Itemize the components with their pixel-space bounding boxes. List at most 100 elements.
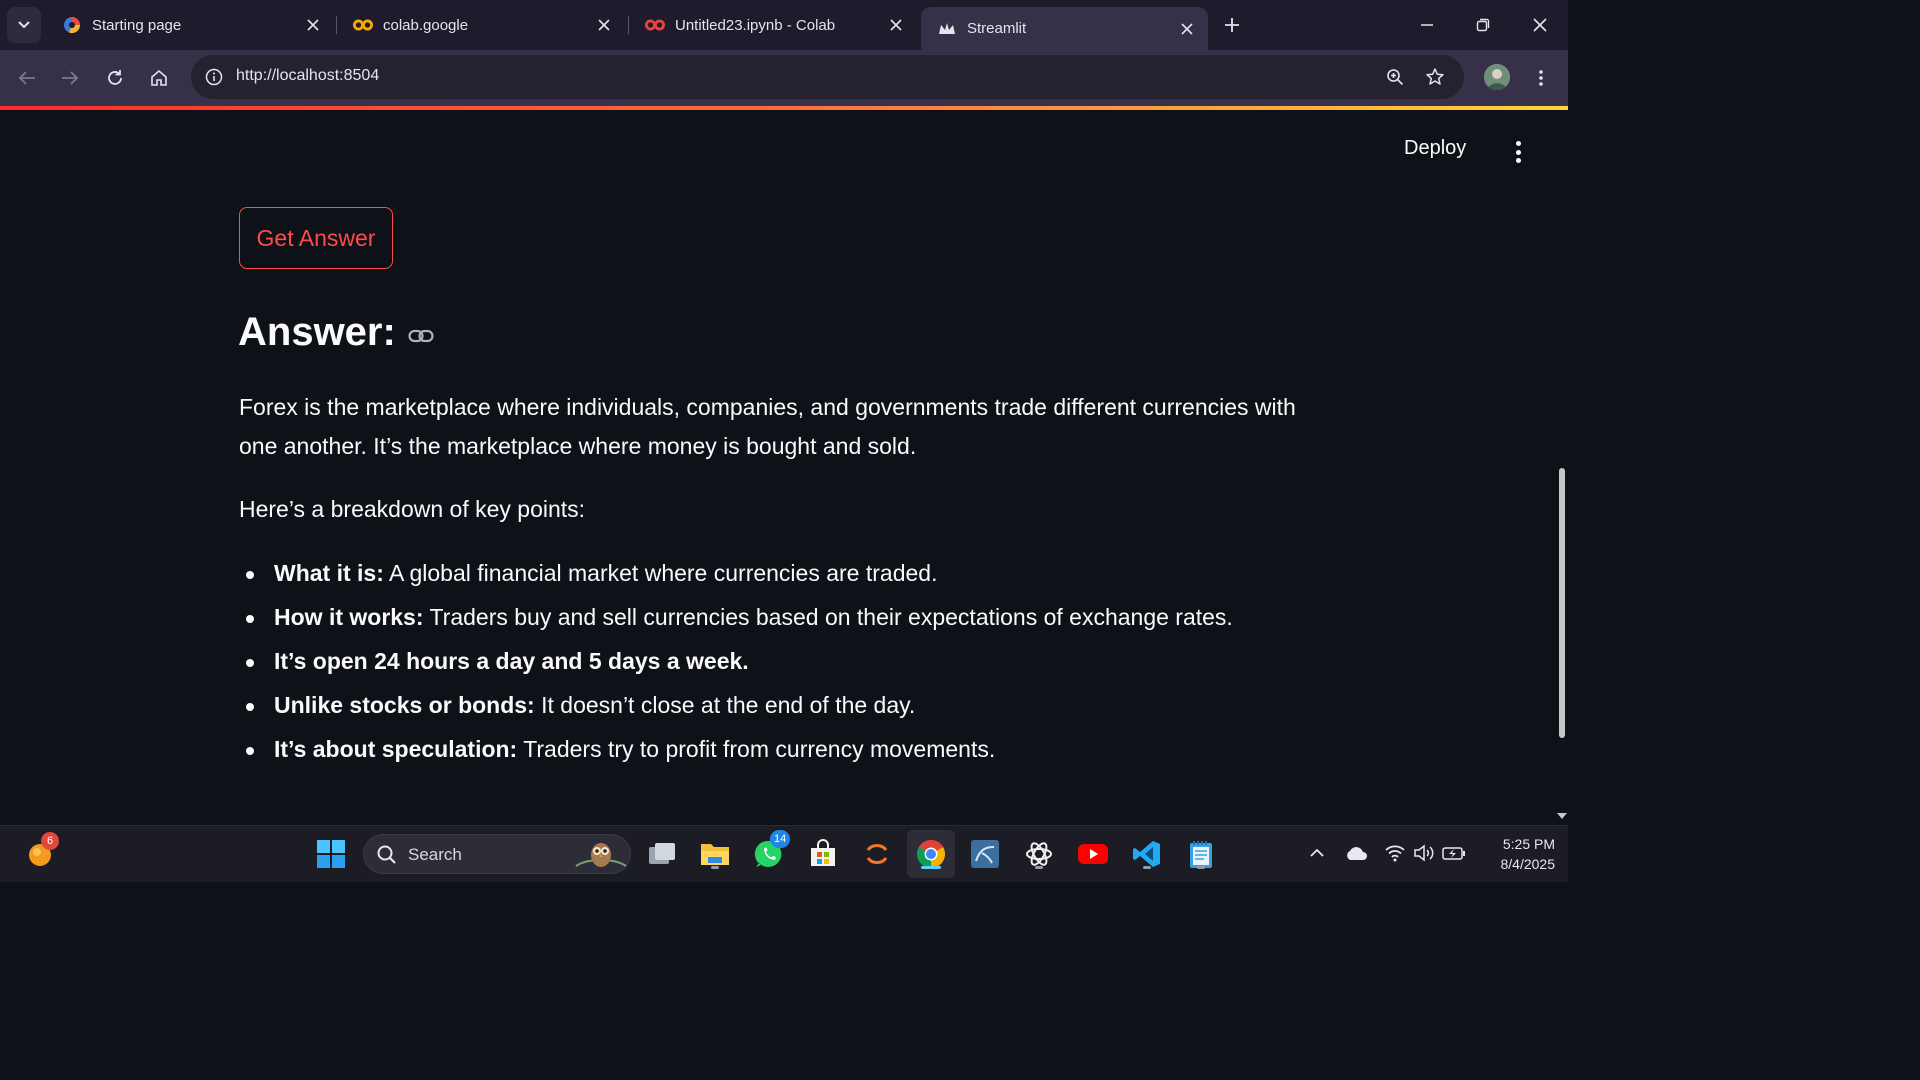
running-indicator <box>1143 866 1151 869</box>
colab-icon <box>353 15 373 35</box>
taskbar-search[interactable]: Search <box>363 834 631 874</box>
running-indicator <box>711 866 719 869</box>
microsoft-store-button[interactable] <box>805 836 841 872</box>
list-item-text: It doesn’t close at the end of the day. <box>534 692 916 718</box>
search-icon <box>377 845 396 864</box>
close-icon[interactable] <box>595 16 613 34</box>
answer-paragraph: Forex is the marketplace where individua… <box>239 394 1296 459</box>
tab-title: Streamlit <box>967 20 1027 37</box>
list-item-label: It’s about speculation: <box>274 736 518 762</box>
running-indicator <box>1197 866 1205 869</box>
youtube-button[interactable] <box>1075 836 1111 872</box>
scrollbar-thumb[interactable] <box>1559 468 1565 738</box>
main-menu-button[interactable] <box>1508 138 1528 166</box>
cloud-icon <box>1347 847 1367 860</box>
search-label: Search <box>408 845 462 864</box>
chevron-down-icon <box>18 21 30 29</box>
page-scrollbar[interactable] <box>1556 110 1568 825</box>
zoom-icon[interactable] <box>1381 63 1409 91</box>
notification-app-button[interactable]: 6 <box>22 832 59 872</box>
more-vertical-icon <box>1515 141 1521 146</box>
site-info-icon[interactable] <box>199 62 229 92</box>
vscode-button[interactable] <box>1129 836 1165 872</box>
clock-date: 8/4/2025 <box>1500 856 1556 872</box>
link-icon[interactable] <box>408 326 434 346</box>
list-item-label: How it works: <box>274 604 424 630</box>
system-clock[interactable]: 5:25 PM 8/4/2025 <box>1475 834 1556 874</box>
minimize-icon <box>1421 24 1433 26</box>
folder-icon <box>701 844 729 865</box>
answer-heading-text: Answer: <box>238 310 396 354</box>
chevron-up-icon <box>1310 848 1324 857</box>
show-hidden-icons-button[interactable] <box>1304 840 1330 866</box>
task-view-button[interactable] <box>644 836 680 872</box>
tab-search-button[interactable] <box>7 7 41 43</box>
windows-icon <box>317 840 345 868</box>
minimize-button[interactable] <box>1412 10 1442 40</box>
bookmark-star-icon[interactable] <box>1421 63 1449 91</box>
jupyter-button[interactable] <box>859 836 895 872</box>
list-item-text: Traders try to profit from currency move… <box>517 736 996 762</box>
new-tab-button[interactable] <box>1218 11 1246 39</box>
streamlit-icon <box>937 19 957 39</box>
list-item-text: Traders buy and sell currencies based on… <box>423 604 1233 630</box>
reload-icon <box>108 70 122 85</box>
list-item: Unlike stocks or bonds: It doesn’t close… <box>239 686 1233 730</box>
breakdown-intro: Here’s a breakdown of key points: <box>239 496 586 522</box>
close-icon[interactable] <box>1178 20 1196 38</box>
scroll-down-arrow-icon[interactable] <box>1557 813 1567 819</box>
list-item: It’s open 24 hours a day and 5 days a we… <box>239 642 1233 686</box>
get-answer-button[interactable]: Get Answer <box>239 207 393 269</box>
tab-title: colab.google <box>383 16 469 34</box>
back-button[interactable] <box>12 63 42 93</box>
mysql-workbench-button[interactable] <box>967 836 1003 872</box>
tab-colab-google[interactable]: colab.google <box>337 7 625 43</box>
reload-button[interactable] <box>100 63 130 93</box>
wifi-icon <box>1385 845 1405 862</box>
running-indicator <box>1035 866 1043 869</box>
list-item: What it is: A global financial market wh… <box>239 554 1233 598</box>
whatsapp-button[interactable]: 14 <box>751 830 791 872</box>
wifi-button[interactable] <box>1382 840 1408 866</box>
vscode-icon <box>1133 841 1160 867</box>
chatgpt-button[interactable] <box>1021 836 1057 872</box>
startpage-icon <box>62 15 82 35</box>
url-text[interactable]: http://localhost:8504 <box>236 67 379 85</box>
browser-tab-strip: Starting page colab.google Untitled23.ip… <box>0 0 1568 50</box>
file-explorer-button[interactable] <box>697 836 733 872</box>
forward-button[interactable] <box>55 63 85 93</box>
list-item-label: Unlike stocks or bonds: <box>274 692 535 718</box>
chatgpt-icon <box>1026 842 1052 866</box>
restore-icon <box>1476 18 1490 32</box>
notification-badge: 6 <box>41 832 59 850</box>
tab-streamlit[interactable]: Streamlit <box>921 7 1208 50</box>
start-button[interactable] <box>313 836 349 872</box>
browser-menu-button[interactable] <box>1526 63 1556 93</box>
streamlit-app: Deploy Get Answer Answer: Forex is the m… <box>0 110 1568 825</box>
close-window-button[interactable] <box>1525 10 1555 40</box>
restore-button[interactable] <box>1468 10 1498 40</box>
volume-icon <box>1414 844 1434 862</box>
chrome-button[interactable] <box>913 836 949 872</box>
battery-button[interactable] <box>1441 840 1467 866</box>
close-icon[interactable] <box>304 16 322 34</box>
deploy-button[interactable]: Deploy <box>1404 137 1466 160</box>
battery-charging-icon <box>1442 847 1465 860</box>
volume-button[interactable] <box>1411 840 1437 866</box>
answer-heading: Answer: <box>238 310 434 355</box>
notepad-button[interactable] <box>1183 836 1219 872</box>
profile-avatar[interactable] <box>1484 64 1510 90</box>
tab-colab-notebook[interactable]: Untitled23.ipynb - Colab <box>629 7 917 43</box>
youtube-icon <box>1078 844 1108 864</box>
clock-time: 5:25 PM <box>1502 836 1555 852</box>
key-points-list: What it is: A global financial market wh… <box>239 554 1233 774</box>
list-item-label: It’s open 24 hours a day and 5 days a we… <box>274 648 749 674</box>
plus-icon <box>1225 18 1239 32</box>
tab-starting-page[interactable]: Starting page <box>46 7 334 43</box>
close-icon[interactable] <box>887 16 905 34</box>
home-button[interactable] <box>144 63 174 93</box>
list-item-text: A global financial market where currenci… <box>383 560 938 586</box>
onedrive-button[interactable] <box>1343 840 1369 866</box>
tab-title: Starting page <box>92 16 182 34</box>
address-bar[interactable]: http://localhost:8504 <box>191 55 1464 99</box>
